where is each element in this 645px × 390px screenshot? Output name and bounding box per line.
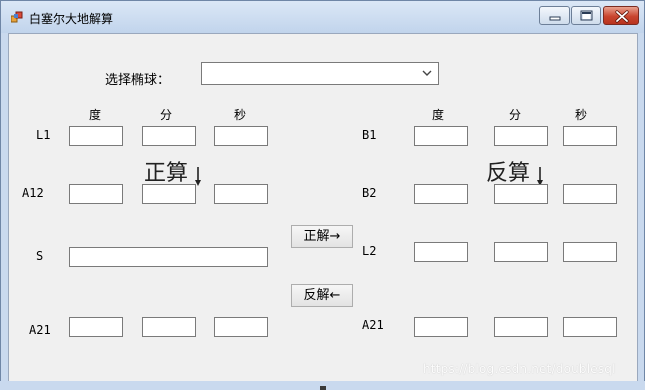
left-a21-label: A21 <box>29 323 51 337</box>
a12-second-input[interactable] <box>214 184 268 204</box>
inverse-section-title: 反算 <box>486 155 544 188</box>
b2-degree-input[interactable] <box>414 184 468 204</box>
b2-second-input[interactable] <box>563 184 617 204</box>
maximize-button[interactable] <box>571 6 601 25</box>
b2-label: B2 <box>362 186 377 200</box>
left-a21-second-input[interactable] <box>214 317 268 337</box>
inverse-solve-button[interactable]: 反解← <box>291 284 353 307</box>
forward-section-label: 正算 <box>144 161 189 186</box>
minimize-button[interactable] <box>539 6 570 25</box>
a12-degree-input[interactable] <box>69 184 123 204</box>
right-header-degree: 度 <box>432 108 445 122</box>
left-header-second: 秒 <box>234 108 247 122</box>
minimize-icon <box>549 16 561 21</box>
bottom-edge-marker <box>320 386 326 390</box>
forward-section-title: 正算 <box>144 155 202 188</box>
right-a21-label: A21 <box>362 318 384 332</box>
app-icon <box>11 11 23 23</box>
close-icon <box>615 10 629 23</box>
l1-second-input[interactable] <box>214 126 268 146</box>
b1-label: B1 <box>362 128 377 142</box>
inverse-section-label: 反算 <box>486 161 531 186</box>
a12-minute-input[interactable] <box>142 184 196 204</box>
l2-degree-input[interactable] <box>414 242 468 262</box>
l1-minute-input[interactable] <box>142 126 196 146</box>
l2-minute-input[interactable] <box>494 242 548 262</box>
l1-degree-input[interactable] <box>69 126 123 146</box>
maximize-icon <box>580 10 593 21</box>
a12-label: A12 <box>22 186 44 200</box>
right-a21-minute-input[interactable] <box>494 317 548 337</box>
close-button[interactable] <box>603 6 639 25</box>
right-a21-second-input[interactable] <box>563 317 617 337</box>
b2-minute-input[interactable] <box>494 184 548 204</box>
s-label: S <box>36 249 44 263</box>
b1-second-input[interactable] <box>563 126 617 146</box>
ellipsoid-label: 选择椭球： <box>105 73 171 88</box>
left-a21-minute-input[interactable] <box>142 317 196 337</box>
l1-label: L1 <box>36 128 51 142</box>
s-distance-input[interactable] <box>69 247 268 267</box>
right-a21-degree-input[interactable] <box>414 317 468 337</box>
b1-degree-input[interactable] <box>414 126 468 146</box>
l2-second-input[interactable] <box>563 242 617 262</box>
l2-label: L2 <box>362 244 377 258</box>
b1-minute-input[interactable] <box>494 126 548 146</box>
right-header-minute: 分 <box>509 108 522 122</box>
window-title: 白塞尔大地解算 <box>29 12 114 26</box>
title-bar[interactable]: 白塞尔大地解算 <box>1 1 644 33</box>
ellipsoid-select[interactable] <box>201 62 439 85</box>
right-header-second: 秒 <box>575 108 588 122</box>
left-a21-degree-input[interactable] <box>69 317 123 337</box>
watermark-text: https://blog.csdn.net/doublesql <box>423 362 616 376</box>
forward-solve-button[interactable]: 正解→ <box>291 225 353 248</box>
chevron-down-icon <box>422 70 432 76</box>
left-header-degree: 度 <box>89 108 102 122</box>
left-header-minute: 分 <box>160 108 173 122</box>
